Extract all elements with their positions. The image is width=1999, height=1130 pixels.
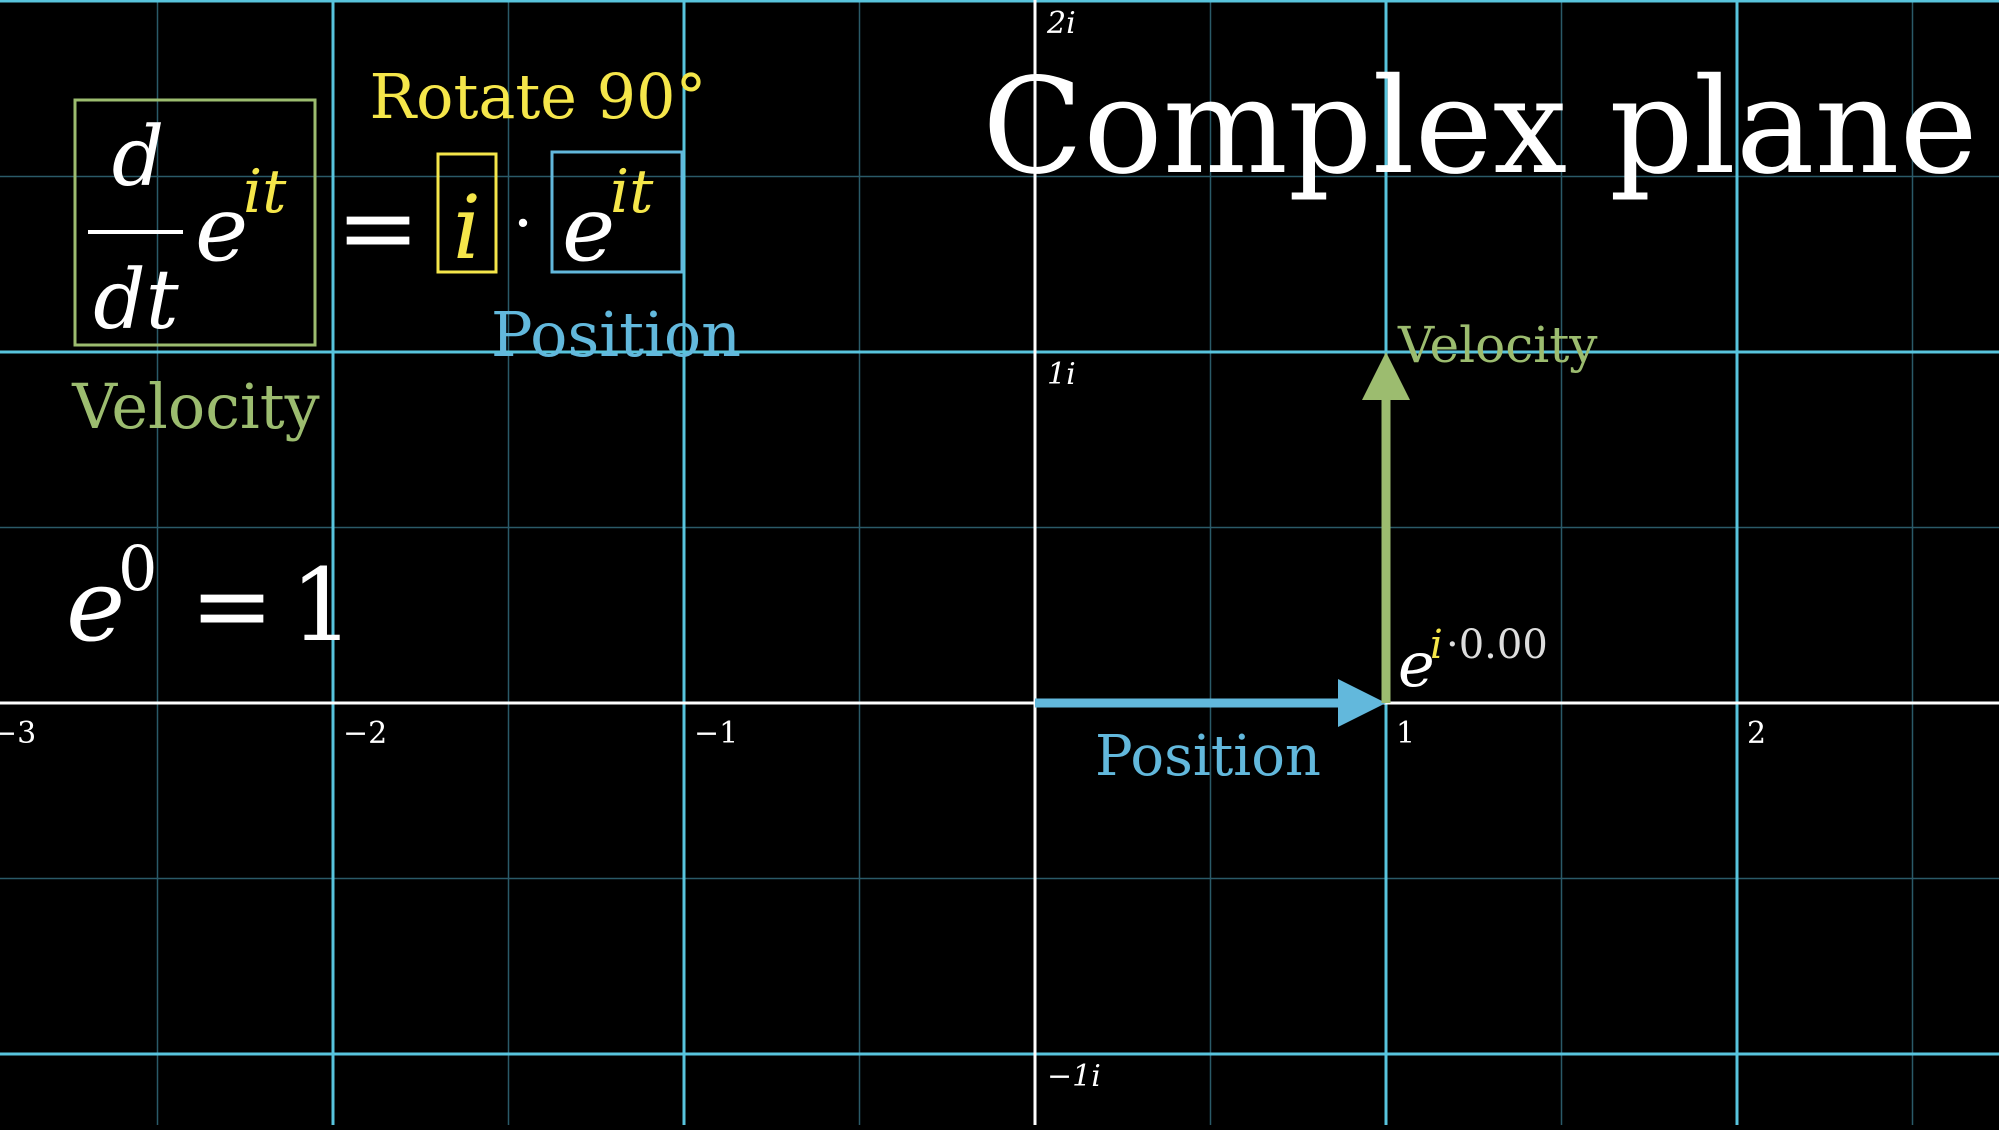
y-tick-label: 2i	[1046, 6, 1076, 41]
multiply-dot: ·	[513, 187, 533, 261]
equation-velocity-label: Velocity	[71, 370, 319, 443]
derivative-denominator: dt	[93, 253, 179, 348]
page-title: Complex plane	[982, 50, 1977, 204]
point-label-exponent-value: ·0.00	[1446, 622, 1548, 668]
derivative-numerator: d	[112, 110, 165, 205]
equation-position-label: Position	[491, 298, 741, 371]
x-tick-label: 1	[1396, 716, 1415, 751]
initial-exponent: 0	[118, 532, 157, 605]
x-tick-label: 2	[1747, 716, 1766, 751]
x-tick-label: −3	[0, 716, 36, 751]
complex-plane-svg: −3 −2 −1 1 22i1i−1i Position Velocity e i ·0…	[0, 0, 1999, 1125]
factor-i: i	[453, 176, 481, 279]
x-tick-label: −2	[343, 716, 387, 751]
lhs-base: e	[195, 177, 248, 282]
rhs-base: e	[562, 177, 615, 282]
initial-value: 1	[290, 547, 354, 664]
position-vector-label: Position	[1095, 724, 1321, 789]
rhs-exponent: it	[610, 157, 654, 227]
lhs-exponent: it	[243, 157, 287, 227]
complex-plane-scene: −3 −2 −1 1 2 2i 1i −1i Position Velocity e i ·0…	[0, 0, 1999, 1125]
initial-base: e	[66, 547, 125, 664]
initial-equals: =	[190, 547, 274, 664]
initial-condition: e 0 = 1	[66, 532, 354, 664]
y-tick-label: 1i	[1047, 357, 1076, 392]
point-label-exponent-i: i	[1430, 622, 1443, 668]
velocity-vector-label: Velocity	[1397, 316, 1598, 374]
x-tick-label: −1	[694, 716, 738, 751]
equals-sign: =	[336, 169, 420, 286]
rotate-label: Rotate 90°	[369, 60, 706, 133]
y-tick-label: −1i	[1047, 1059, 1101, 1094]
